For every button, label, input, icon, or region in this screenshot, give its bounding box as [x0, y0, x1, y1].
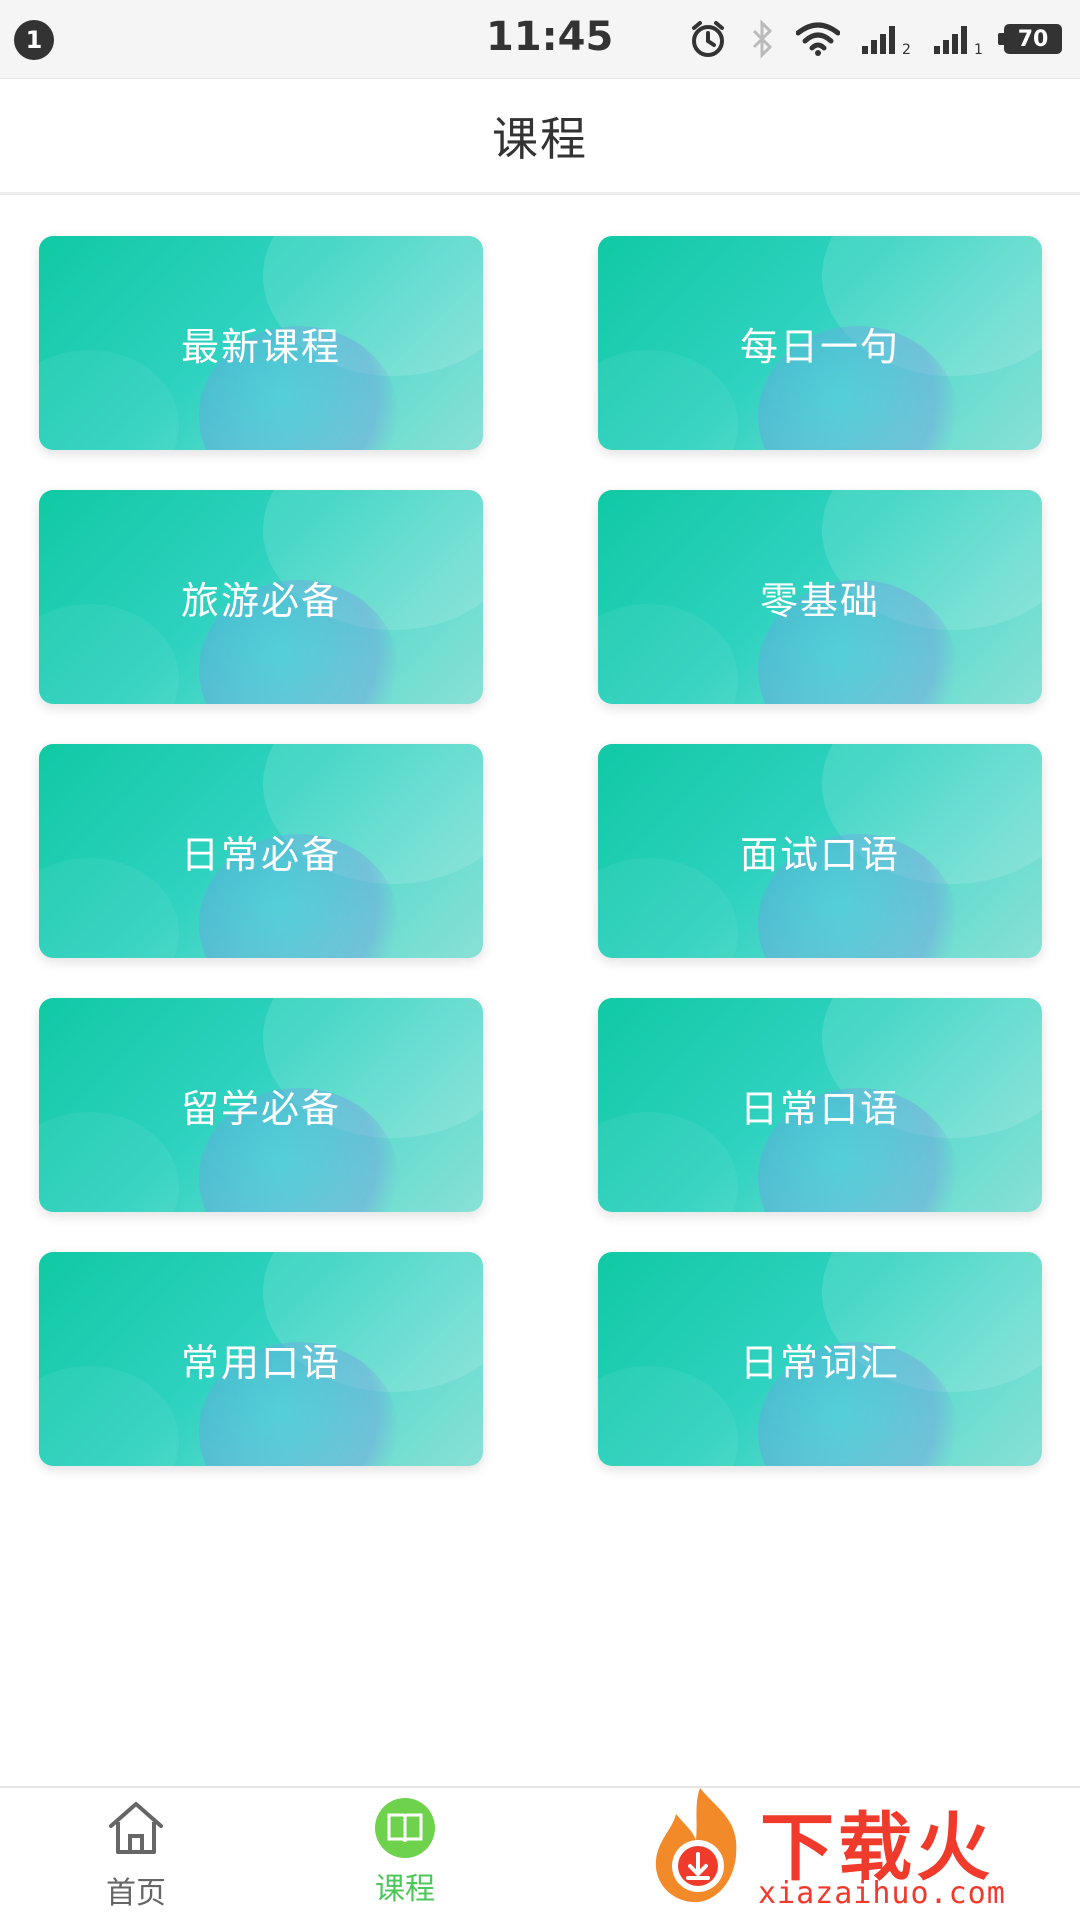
card-decoration [598, 604, 738, 704]
card-decoration [598, 350, 738, 450]
battery-icon: 70 [998, 24, 1062, 54]
page-title: 课程 [492, 111, 588, 166]
page-header: 课程 [0, 79, 1080, 195]
nav-home-label: 首页 [106, 1876, 166, 1911]
status-bar: 1 11:45 2 1 70 [0, 0, 1080, 79]
notification-badge: 1 [14, 20, 54, 60]
flame-logo-icon [655, 1788, 737, 1903]
course-card-label: 零基础 [759, 578, 880, 623]
course-card[interactable]: 面试口语 [598, 744, 1042, 958]
course-card-label: 留学必备 [180, 1086, 341, 1131]
card-decoration [598, 1366, 738, 1466]
signal-2-icon: 2 [860, 22, 912, 56]
course-card[interactable]: 每日一句 [598, 236, 1042, 450]
nav-course-label: 课程 [375, 1872, 435, 1907]
course-grid: 最新课程 每日一句 旅游必备 零基础 日常必备 面试口语 留学必备 日常口语 常… [39, 236, 1042, 1466]
course-card-label: 旅游必备 [180, 578, 341, 623]
svg-text:1: 1 [974, 42, 983, 56]
status-time: 11:45 [486, 14, 614, 60]
course-card[interactable]: 旅游必备 [39, 490, 483, 704]
course-card[interactable]: 留学必备 [39, 998, 483, 1212]
card-decoration [39, 1366, 179, 1466]
course-card-label: 每日一句 [739, 324, 900, 369]
nav-item-course[interactable]: 课程 [325, 1798, 485, 1918]
watermark: 下载火 xiazaihuo.com [640, 1780, 1080, 1920]
course-card[interactable]: 零基础 [598, 490, 1042, 704]
course-card[interactable]: 日常词汇 [598, 1252, 1042, 1466]
card-decoration [598, 1112, 738, 1212]
card-decoration [598, 858, 738, 958]
course-card-label: 日常词汇 [739, 1340, 900, 1385]
nav-item-home[interactable]: 首页 [56, 1798, 216, 1918]
course-card[interactable]: 日常必备 [39, 744, 483, 958]
card-decoration [39, 604, 179, 704]
course-card-label: 常用口语 [180, 1340, 341, 1385]
course-card-label: 面试口语 [739, 832, 900, 877]
book-icon [375, 1798, 435, 1858]
course-card-label: 日常口语 [739, 1086, 900, 1131]
signal-1-icon: 1 [932, 22, 984, 56]
bluetooth-icon [748, 19, 776, 59]
watermark-url: xiazaihuo.com [758, 1876, 1006, 1911]
alarm-icon [688, 19, 728, 59]
course-card[interactable]: 常用口语 [39, 1252, 483, 1466]
card-decoration [39, 1112, 179, 1212]
course-card[interactable]: 最新课程 [39, 236, 483, 450]
wifi-icon [796, 21, 840, 57]
status-icons: 2 1 70 [688, 14, 1062, 64]
course-card-label: 日常必备 [180, 832, 341, 877]
course-card[interactable]: 日常口语 [598, 998, 1042, 1212]
svg-text:2: 2 [902, 42, 911, 56]
card-decoration [39, 858, 179, 958]
course-card-label: 最新课程 [180, 324, 341, 369]
home-icon [105, 1798, 167, 1862]
card-decoration [39, 350, 179, 450]
